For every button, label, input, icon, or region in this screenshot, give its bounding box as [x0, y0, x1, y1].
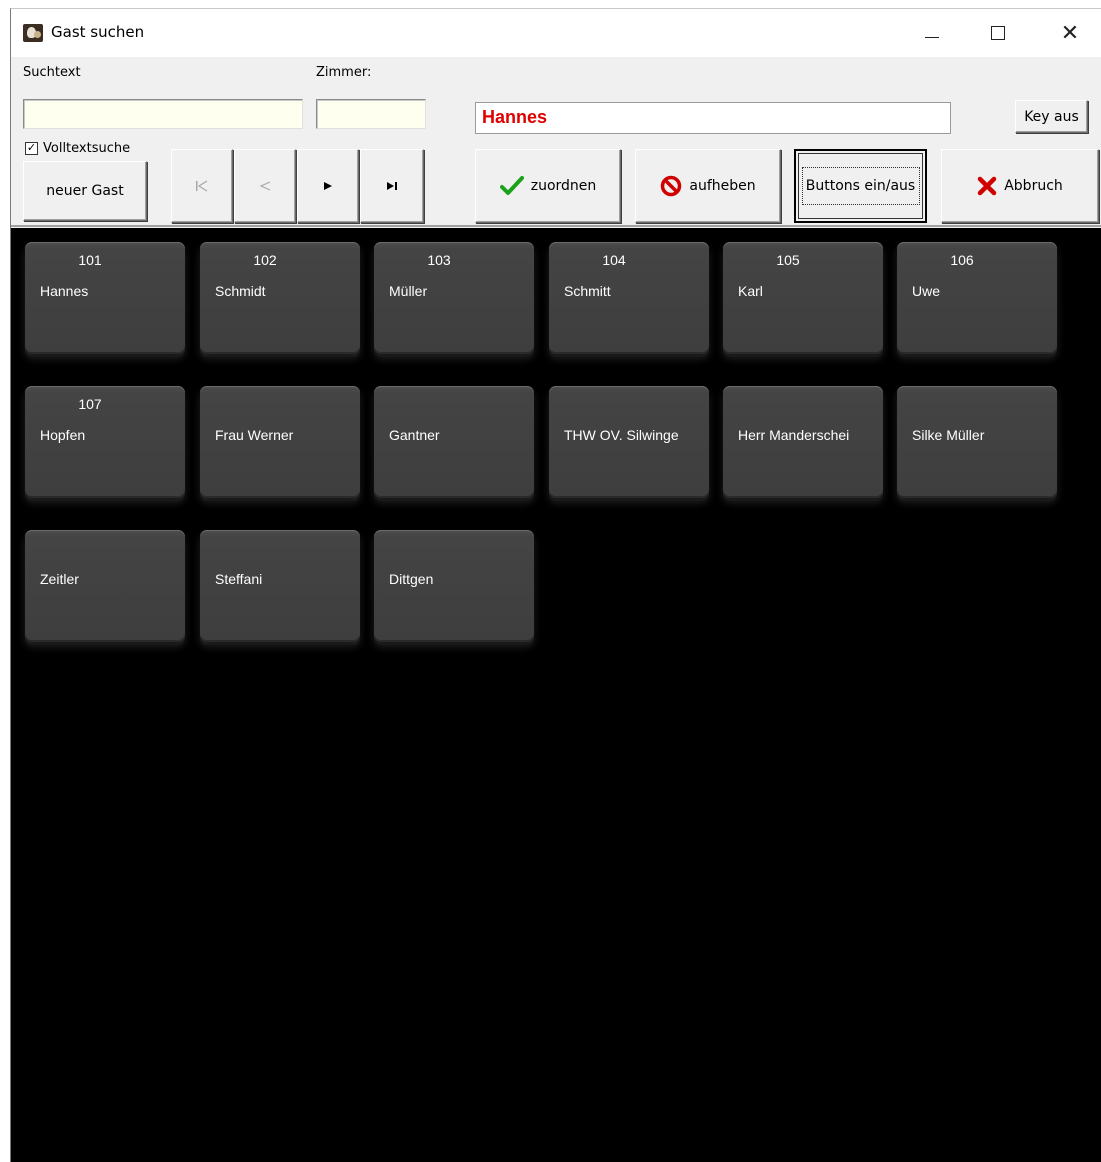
- maximize-icon: [991, 26, 1005, 40]
- guest-tile[interactable]: 101 Hannes: [25, 242, 185, 354]
- guest-name: Hannes: [40, 283, 89, 299]
- guest-name: Zeitler: [40, 571, 79, 587]
- new-guest-button[interactable]: neuer Gast: [23, 161, 147, 221]
- abbruch-label: Abbruch: [1004, 178, 1063, 194]
- buttons-toggle-label: Buttons ein/aus: [801, 167, 920, 205]
- guest-tile[interactable]: 104 Schmitt: [549, 242, 709, 354]
- volltextsuche-label: Volltextsuche: [43, 141, 131, 156]
- minimize-button[interactable]: [909, 9, 955, 57]
- guest-tile[interactable]: 102 Schmidt: [200, 242, 360, 354]
- cancel-x-icon: [977, 176, 997, 196]
- zuordnen-button[interactable]: zuordnen: [475, 149, 621, 223]
- aufheben-label: aufheben: [689, 178, 756, 194]
- guest-tile[interactable]: 107 Hopfen: [25, 386, 185, 498]
- key-aus-button[interactable]: Key aus: [1015, 100, 1088, 133]
- aufheben-button[interactable]: aufheben: [635, 149, 781, 223]
- guest-name: THW OV. Silwinge: [564, 427, 679, 443]
- guest-tile[interactable]: Gantner: [374, 386, 534, 498]
- guest-name: Dittgen: [389, 571, 434, 587]
- buttons-toggle-button[interactable]: Buttons ein/aus: [794, 149, 927, 223]
- room-number: 105: [776, 252, 800, 268]
- guest-name: Steffani: [215, 571, 263, 587]
- guest-name: Silke Müller: [912, 427, 985, 443]
- zuordnen-label: zuordnen: [530, 178, 597, 194]
- room-number: 104: [602, 252, 626, 268]
- guest-tile[interactable]: Herr Manderschei: [723, 386, 883, 498]
- guest-name: Gantner: [389, 427, 440, 443]
- first-button[interactable]: [171, 149, 233, 223]
- suchtext-input[interactable]: [23, 99, 303, 129]
- gast-suchen-window: Gast suchen ✕ Suchtext Zimmer: Hannes Ke…: [10, 8, 1101, 1162]
- minimize-icon: [925, 36, 939, 38]
- last-icon: [387, 182, 397, 190]
- guest-tile[interactable]: 106 Uwe: [897, 242, 1057, 354]
- app-icon: [23, 24, 43, 42]
- guest-name: Hopfen: [40, 427, 86, 443]
- volltextsuche-checkbox[interactable]: ✓ Volltextsuche: [25, 141, 130, 156]
- room-number: 103: [427, 252, 451, 268]
- guest-name: Herr Manderschei: [738, 427, 850, 443]
- guest-tile[interactable]: Dittgen: [374, 530, 534, 642]
- title-bar[interactable]: Gast suchen ✕: [11, 9, 1101, 57]
- guest-name: Schmitt: [564, 283, 611, 299]
- guest-name: Frau Werner: [215, 427, 294, 443]
- abbruch-button[interactable]: Abbruch: [941, 149, 1099, 223]
- next-icon: [324, 182, 332, 190]
- guest-name: Müller: [389, 283, 428, 299]
- close-button[interactable]: ✕: [1047, 9, 1093, 57]
- guest-tile[interactable]: Steffani: [200, 530, 360, 642]
- guest-tile[interactable]: 105 Karl: [723, 242, 883, 354]
- room-number: 106: [950, 252, 974, 268]
- guest-tile[interactable]: Silke Müller: [897, 386, 1057, 498]
- toolbar: Suchtext Zimmer: Hannes Key aus ✓ Vollte…: [11, 57, 1101, 227]
- room-number: 107: [78, 396, 102, 412]
- zimmer-label: Zimmer:: [316, 65, 372, 80]
- guest-tile[interactable]: THW OV. Silwinge: [549, 386, 709, 498]
- first-icon: [196, 180, 208, 192]
- room-number: 102: [253, 252, 277, 268]
- window-title: Gast suchen: [51, 23, 145, 41]
- guest-name: Uwe: [912, 283, 941, 299]
- close-icon: ✕: [1060, 20, 1080, 46]
- prev-button[interactable]: [234, 149, 296, 223]
- guest-tile[interactable]: 103 Müller: [374, 242, 534, 354]
- prohibited-icon: [660, 175, 682, 197]
- next-button[interactable]: [297, 149, 359, 223]
- selected-guest-display: Hannes: [475, 102, 951, 134]
- room-number: 101: [78, 252, 102, 268]
- guest-tile[interactable]: Frau Werner: [200, 386, 360, 498]
- last-button[interactable]: [360, 149, 424, 223]
- maximize-button[interactable]: [975, 9, 1021, 57]
- suchtext-label: Suchtext: [23, 65, 81, 80]
- checkbox-check-icon: ✓: [25, 142, 38, 155]
- guest-name: Karl: [738, 283, 763, 299]
- prev-icon: [259, 181, 271, 191]
- checkmark-icon: [499, 176, 524, 196]
- guest-grid: 101 Hannes 102 Schmidt 103 Müller 104 Sc…: [11, 228, 1101, 1162]
- zimmer-input[interactable]: [316, 99, 426, 129]
- guest-name: Schmidt: [215, 283, 266, 299]
- guest-tile[interactable]: Zeitler: [25, 530, 185, 642]
